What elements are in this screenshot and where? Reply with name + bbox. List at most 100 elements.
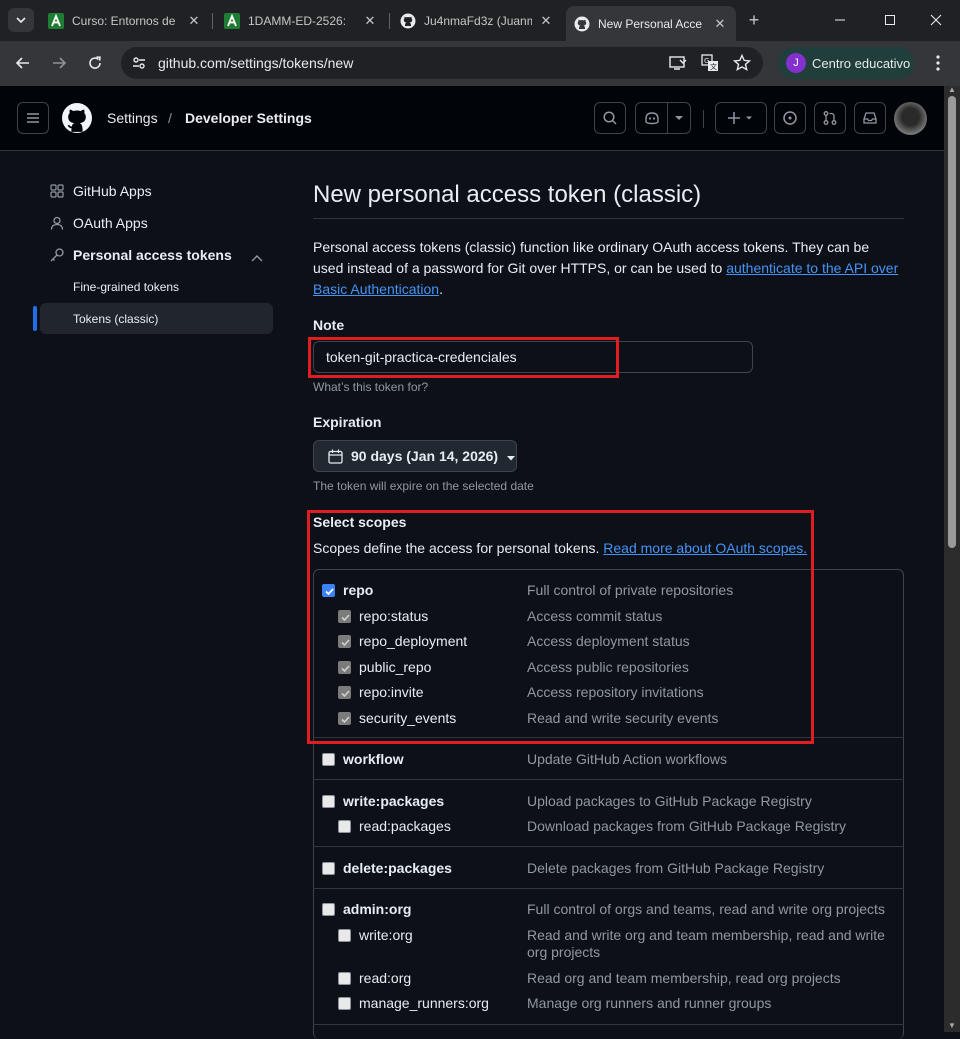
minimize-icon[interactable] [828,8,852,32]
browser-menu-icon[interactable] [928,53,948,73]
profile-avatar: J [786,53,806,73]
browser-tab-3[interactable]: Ju4nmaFd3z (Juanm ✕ [392,6,562,36]
address-bar[interactable]: github.com/settings/tokens/new G文 [121,47,763,79]
scope-manage-runners-org[interactable]: manage_runners:org [338,995,489,1011]
translate-icon[interactable]: G文 [700,53,720,73]
scope-name: read:packages [359,818,451,834]
github-icon [574,16,590,32]
expiration-dropdown[interactable]: 90 days (Jan 14, 2026) [313,440,517,472]
url-text: github.com/settings/tokens/new [158,55,354,71]
sidebar-item-fine-grained-tokens[interactable]: Fine-grained tokens [40,271,273,302]
note-hint: What’s this token for? [313,380,429,394]
title-divider [313,218,904,219]
person-icon [49,215,65,231]
browser-tab-2[interactable]: 1DAMM-ED-2526: ✕ [216,6,386,36]
scope-workflow[interactable]: workflow [322,751,404,767]
scope-description: Delete packages from GitHub Package Regi… [527,860,825,876]
page-description: Personal access tokens (classic) functio… [313,237,903,300]
expiration-value: 90 days (Jan 14, 2026) [351,448,499,464]
scope-name: workflow [343,751,404,767]
sidebar-item-label: Fine-grained tokens [73,279,180,294]
caret-down-icon [507,448,516,464]
svg-text:文: 文 [710,62,717,71]
chevron-up-icon [251,249,263,265]
window-close-icon[interactable] [924,8,948,32]
scope-description: Read org and team membership, read org p… [527,970,841,986]
search-button[interactable] [594,102,626,134]
close-icon[interactable]: ✕ [186,13,202,29]
note-highlight-box [308,337,619,378]
scope-write-packages[interactable]: write:packages [322,793,444,809]
maximize-icon[interactable] [878,8,902,32]
scope-name: write:org [359,927,413,943]
checkbox[interactable] [322,861,335,875]
sidebar-item-oauth-apps[interactable]: OAuth Apps [40,207,273,238]
issues-icon [783,111,797,125]
pull-requests-button[interactable] [814,102,846,134]
scope-description: Download packages from GitHub Package Re… [527,818,847,834]
menu-icon [27,113,39,123]
scope-description: Upload packages to GitHub Package Regist… [527,793,812,809]
sidebar-item-label: OAuth Apps [73,214,148,231]
scope-name: manage_runners:org [359,995,489,1011]
issues-button[interactable] [774,102,806,134]
scope-write-org[interactable]: write:org [338,927,413,943]
checkbox[interactable] [322,902,335,916]
scope-read-packages[interactable]: read:packages [338,818,451,834]
github-logo-icon[interactable] [62,103,92,133]
scope-group-divider [313,888,904,889]
scope-delete-packages[interactable]: delete:packages [322,860,452,876]
browser-tab-1[interactable]: Curso: Entornos de ✕ [40,6,210,36]
copilot-button[interactable] [635,102,691,134]
close-icon[interactable]: ✕ [362,13,378,29]
profile-button[interactable]: J Centro educativo [778,47,914,79]
github-icon [400,13,416,29]
page-title: New personal access token (classic) [313,181,702,208]
checkbox[interactable] [338,996,351,1010]
expiration-label: Expiration [313,414,382,430]
breadcrumb-separator: / [168,110,172,126]
create-new-button[interactable] [715,102,767,134]
breadcrumb-developer-settings[interactable]: Developer Settings [185,110,312,126]
sidebar-item-github-apps[interactable]: GitHub Apps [40,175,273,206]
selected-indicator [33,306,37,331]
close-icon[interactable]: ✕ [538,13,554,29]
checkbox[interactable] [338,819,351,833]
scope-read-org[interactable]: read:org [338,970,411,986]
search-icon [603,111,617,125]
browser-tab-4-active[interactable]: New Personal Acce ✕ [566,6,736,41]
checkbox[interactable] [338,971,351,985]
scrollbar-thumb[interactable] [948,96,956,548]
sidebar-item-label: Tokens (classic) [73,311,159,326]
scope-description: Update GitHub Action workflows [527,751,727,767]
close-icon[interactable]: ✕ [712,16,728,32]
page-scrollbar[interactable]: ▲ ▼ [944,86,960,1032]
install-app-icon[interactable] [668,53,688,73]
chevron-down-icon [16,17,26,24]
scope-name: write:packages [343,793,445,809]
scope-admin-org[interactable]: admin:org [322,901,411,917]
forward-icon[interactable] [45,49,73,77]
checkbox[interactable] [322,752,335,766]
inbox-button[interactable] [854,102,886,134]
inbox-icon [863,112,877,124]
scroll-up-icon[interactable]: ▲ [948,86,956,94]
hamburger-menu-button[interactable] [17,102,49,134]
chevron-down-icon [668,115,690,121]
bookmark-star-icon[interactable] [732,53,752,73]
sidebar-item-tokens-classic[interactable]: Tokens (classic) [40,303,273,334]
checkbox[interactable] [322,794,335,808]
github-header: Settings / Developer Settings [0,86,944,151]
header-divider [703,110,704,128]
tab-search-button[interactable] [8,8,34,32]
back-icon[interactable] [9,49,37,77]
new-tab-button[interactable]: + [744,10,764,30]
breadcrumb-settings[interactable]: Settings [107,110,158,126]
checkbox[interactable] [338,928,351,942]
sidebar-item-personal-access-tokens[interactable]: Personal access tokens [40,239,273,270]
site-info-icon[interactable] [129,53,149,73]
apps-grid-icon [49,183,65,199]
user-avatar[interactable] [894,102,927,135]
scroll-down-icon[interactable]: ▼ [948,1022,956,1030]
reload-icon[interactable] [81,49,109,77]
